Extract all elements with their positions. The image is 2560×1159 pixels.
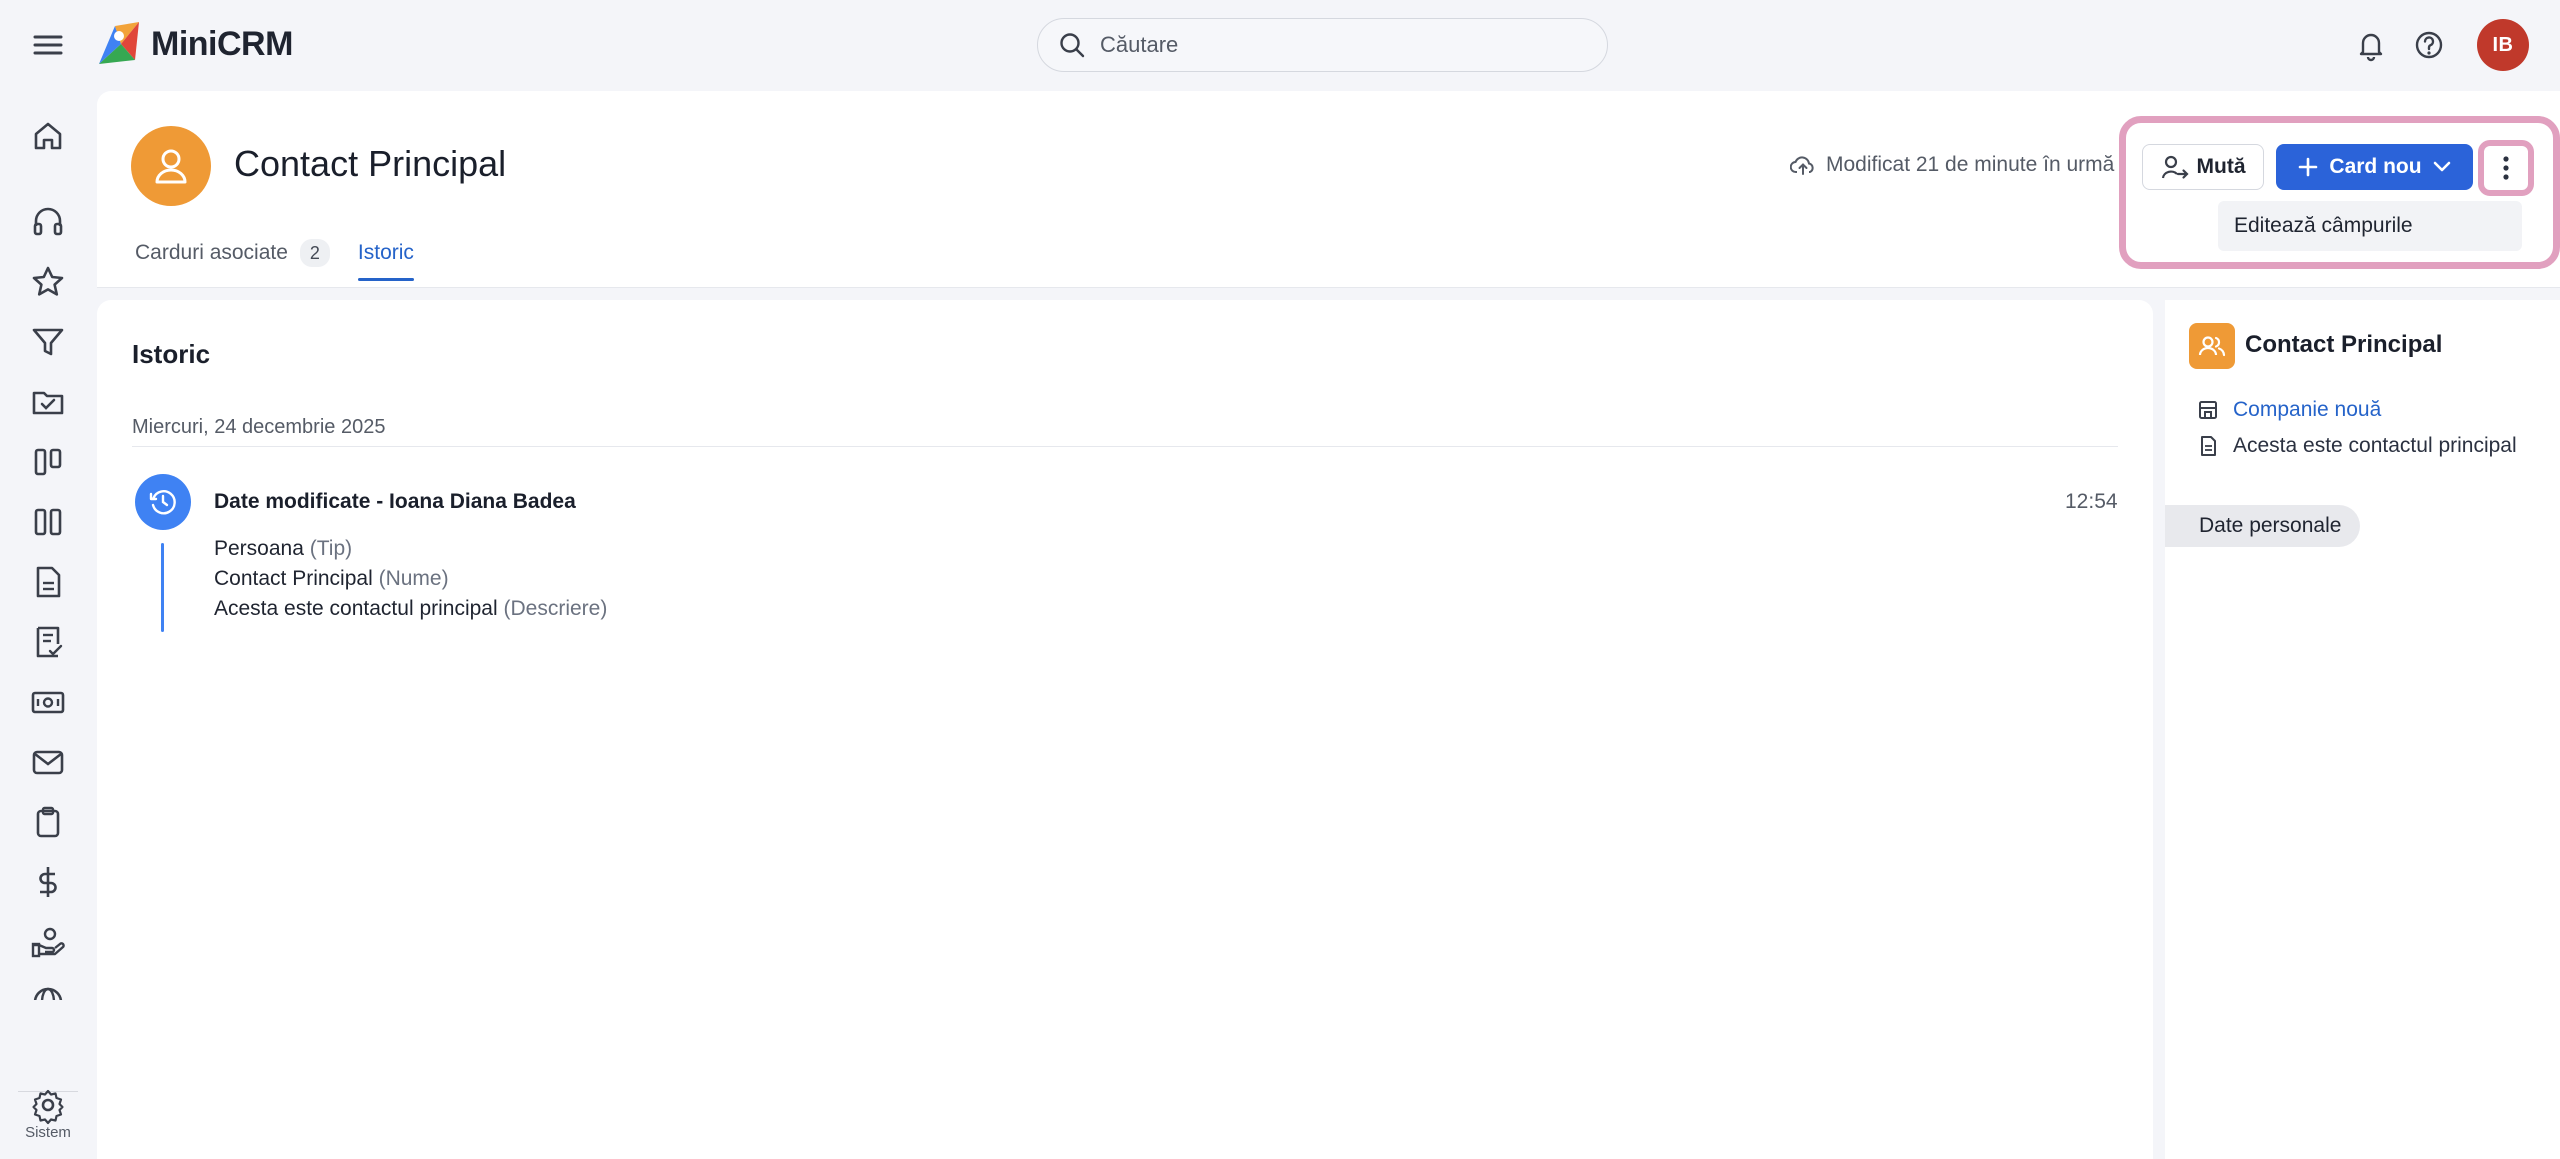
help-icon[interactable] [2410, 26, 2448, 64]
section-tab-personal-data[interactable]: Date personale [2165, 505, 2360, 547]
sidebar-section-label: Sistem [25, 1124, 71, 1141]
chevron-down-icon [2432, 160, 2452, 174]
settings-icon[interactable] [28, 1085, 68, 1125]
people-icon [2198, 334, 2226, 358]
search-icon [1058, 31, 1086, 59]
change-value: Persoana [214, 537, 304, 560]
more-vertical-icon [2502, 155, 2510, 181]
top-bar: MiniCRM IB [0, 0, 2560, 90]
headset-icon[interactable] [28, 202, 68, 242]
menu-icon[interactable] [30, 28, 66, 62]
contact-description: Acesta este contactul principal [2197, 434, 2517, 458]
modified-status: Modificat 21 de minute în urmă [1790, 153, 2114, 177]
user-move-icon [2161, 154, 2189, 180]
side-panel-title: Contact Principal [2245, 331, 2443, 358]
event-title: Date modificate - Ioana Diana Badea [214, 490, 576, 513]
filter-icon[interactable] [28, 322, 68, 362]
company-link-text: Companie nouă [2233, 398, 2382, 421]
bell-icon[interactable] [2352, 26, 2390, 64]
move-button-label: Mută [2196, 155, 2246, 178]
move-button[interactable]: Mută [2142, 144, 2264, 190]
change-row: Contact Principal (Nume) [214, 564, 607, 594]
timeline-line [161, 543, 164, 632]
tab-label: Istoric [357, 241, 414, 264]
new-card-button[interactable]: Card nou [2276, 144, 2473, 190]
date-divider [132, 446, 2118, 447]
change-field: (Tip) [309, 537, 353, 560]
plus-icon [2297, 156, 2319, 178]
contact-side-panel: Contact Principal Companie nouă Acesta e… [2165, 300, 2560, 1159]
app-name: MiniCRM [151, 24, 293, 63]
history-title: Istoric [132, 339, 211, 369]
document-icon[interactable] [28, 562, 68, 602]
cloud-upload-icon [1790, 153, 1816, 177]
change-row: Acesta este contactul principal (Descrie… [214, 594, 607, 624]
search-bar[interactable] [1037, 18, 1608, 72]
building-icon [2197, 399, 2219, 421]
hand-coin-icon[interactable] [28, 922, 68, 962]
change-row: Persoana (Tip) [214, 534, 607, 564]
globe-icon[interactable] [28, 982, 68, 1000]
contact-type-badge [2189, 323, 2235, 369]
board-alt-icon[interactable] [28, 502, 68, 542]
tab-count-badge: 2 [299, 239, 330, 267]
sidebar: Sistem [0, 90, 96, 1159]
app-logo[interactable]: MiniCRM [95, 20, 293, 68]
contact-avatar [131, 126, 211, 206]
change-field: (Nume) [378, 567, 449, 590]
new-card-label: Card nou [2329, 155, 2422, 178]
board-icon[interactable] [28, 442, 68, 482]
star-icon[interactable] [28, 262, 68, 302]
page-title: Contact Principal [234, 143, 507, 184]
person-icon [149, 144, 193, 188]
dollar-icon[interactable] [28, 862, 68, 902]
company-link[interactable]: Companie nouă [2197, 398, 2381, 422]
mail-icon[interactable] [28, 742, 68, 782]
user-avatar[interactable]: IB [2477, 19, 2529, 71]
history-panel: Istoric Miercuri, 24 decembrie 2025 Date… [97, 300, 2153, 1159]
change-field: (Descriere) [503, 597, 608, 620]
more-options-button[interactable] [2478, 140, 2534, 196]
cash-icon[interactable] [28, 682, 68, 722]
tab-associated-cards[interactable]: Carduri asociate 2 [135, 239, 330, 281]
clipboard-icon[interactable] [28, 802, 68, 842]
tab-history[interactable]: Istoric [357, 239, 414, 281]
search-input[interactable] [1100, 32, 1560, 58]
tab-label: Carduri asociate [135, 241, 288, 264]
logo-mark-icon [95, 20, 141, 68]
event-changes: Persoana (Tip) Contact Principal (Nume) … [214, 534, 607, 624]
change-value: Contact Principal [214, 567, 373, 590]
modified-text: Modificat 21 de minute în urmă [1826, 153, 2115, 176]
history-event-icon [135, 474, 191, 530]
history-date: Miercuri, 24 decembrie 2025 [132, 416, 386, 438]
change-value: Acesta este contactul principal [214, 597, 498, 620]
edit-fields-menu-item[interactable]: Editează câmpurile [2218, 201, 2522, 251]
checklist-icon[interactable] [28, 622, 68, 662]
history-clock-icon [147, 486, 179, 518]
description-text: Acesta este contactul principal [2233, 434, 2517, 457]
folder-check-icon[interactable] [28, 382, 68, 422]
home-icon[interactable] [28, 116, 68, 156]
record-tabs: Carduri asociate 2 Istoric [135, 239, 414, 281]
note-icon [2197, 435, 2219, 457]
event-time: 12:54 [2065, 490, 2118, 513]
